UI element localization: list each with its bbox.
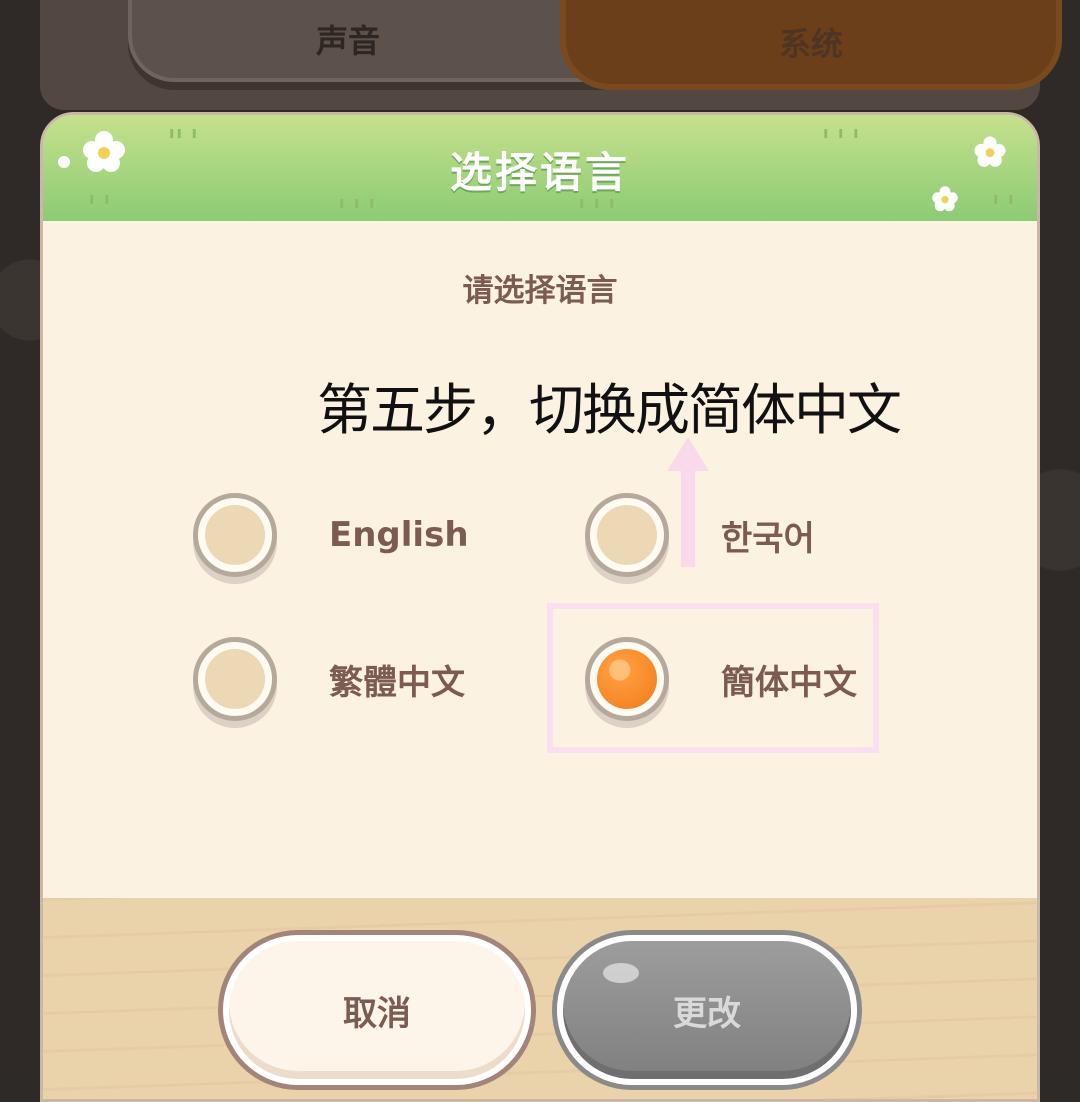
dialog-header: ıı ı ı ı ı ı ı ı ı ı ı ı ı ı ı 选择语言 [43, 115, 1037, 221]
dialog-subtitle: 请选择语言 [462, 273, 618, 309]
radio-button[interactable] [585, 493, 669, 577]
button-shine [603, 963, 639, 983]
tab-system-label: 系统 [778, 25, 843, 63]
language-option-simplified-chinese[interactable]: 簡体中文 [585, 637, 857, 721]
radio-button[interactable] [193, 637, 277, 721]
language-option-label: English [329, 515, 469, 555]
cancel-button[interactable]: 取消 [223, 935, 531, 1085]
tutorial-annotation: 第五步，切换成简体中文 [317, 378, 902, 442]
cancel-button-label: 取消 [343, 993, 411, 1034]
dialog-footer [43, 898, 1037, 1099]
radio-dot [597, 649, 657, 709]
language-option-label: 繁體中文 [329, 662, 465, 703]
radio-dot [205, 505, 265, 565]
settings-tab-bar: 声音 系统 [40, 0, 1062, 110]
change-button-label: 更改 [673, 993, 741, 1034]
language-option-english[interactable]: English [193, 493, 469, 577]
language-option-traditional-chinese[interactable]: 繁體中文 [193, 637, 465, 721]
tab-sound-label: 声音 [315, 22, 380, 60]
radio-button[interactable] [193, 493, 277, 577]
radio-dot [205, 649, 265, 709]
language-dialog: ıı ı ı ı ı ı ı ı ı ı ı ı ı ı ı 选择语言 请选择语… [40, 112, 1040, 1102]
radio-dot [597, 505, 657, 565]
change-button[interactable]: 更改 [557, 935, 857, 1085]
tab-system[interactable]: 系统 [560, 0, 1062, 90]
language-option-label: 簡体中文 [721, 662, 857, 703]
radio-button-selected[interactable] [585, 637, 669, 721]
dialog-title: 选择语言 [449, 148, 630, 197]
language-option-korean[interactable]: 한국어 [585, 493, 815, 577]
language-option-label: 한국어 [721, 518, 815, 559]
